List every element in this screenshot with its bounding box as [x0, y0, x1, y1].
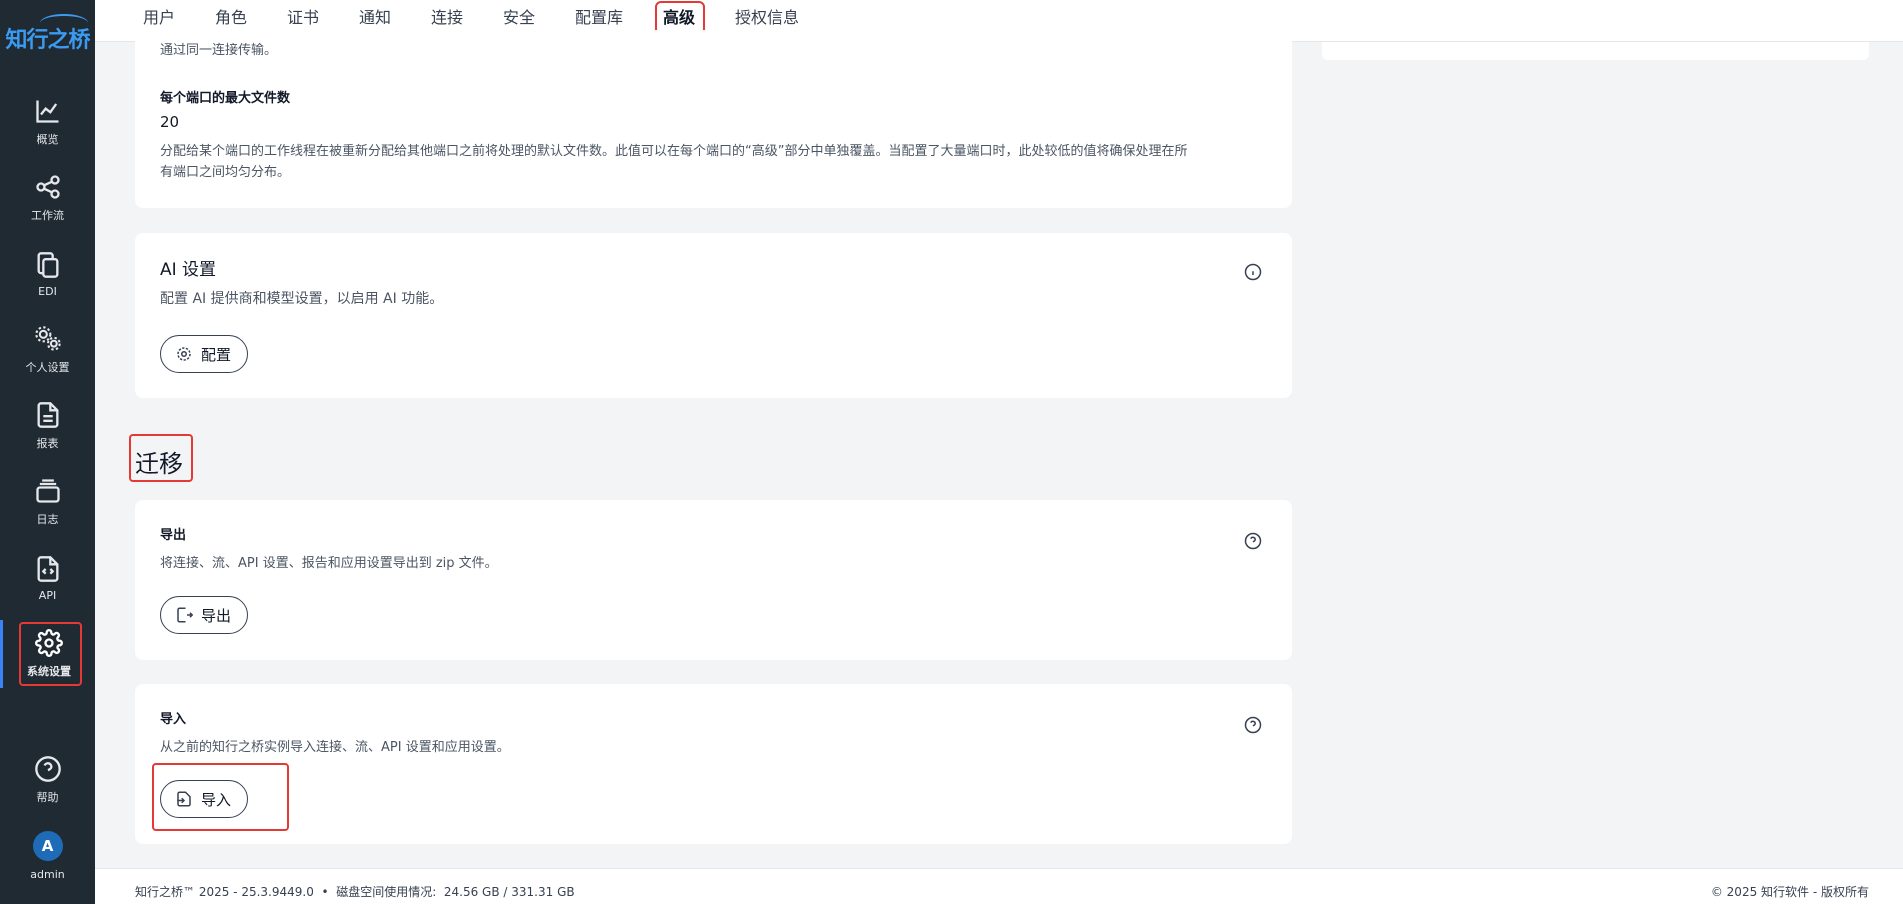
ai-settings-card: AI 设置 配置 AI 提供商和模型设置，以启用 AI 功能。 配置 [135, 233, 1292, 398]
export-card: 导出 将连接、流、API 设置、报告和应用设置导出到 zip 文件。 导出 [135, 500, 1292, 660]
layers-icon [35, 479, 60, 503]
highlight-box [19, 622, 82, 686]
sidebar-item-reports[interactable]: 报表 [0, 392, 95, 460]
right-panel [1322, 42, 1869, 60]
sidebar-item-personal-settings[interactable]: 个人设置 [0, 316, 95, 384]
chart-line-icon [35, 100, 58, 123]
max-files-label: 每个端口的最大文件数 [160, 91, 291, 106]
configure-button[interactable]: 配置 [160, 335, 249, 373]
sidebar-item-overview[interactable]: 概览 [0, 88, 95, 156]
sidebar-item-label: 工作流 [31, 209, 64, 222]
import-card: 导入 从之前的知行之桥实例导入连接、流、API 设置和应用设置。 导入 [135, 684, 1292, 844]
help-circle-icon[interactable] [1244, 716, 1262, 734]
export-description: 将连接、流、API 设置、报告和应用设置导出到 zip 文件。 [160, 556, 498, 571]
footer-separator: • [321, 885, 329, 899]
help-circle-icon [34, 756, 61, 782]
highlight-box [152, 763, 289, 831]
avatar: A [32, 831, 63, 861]
sidebar-item-label: EDI [38, 284, 57, 298]
ai-settings-description: 配置 AI 提供商和模型设置，以启用 AI 功能。 [160, 291, 444, 307]
sidebar-item-label: 概览 [36, 133, 59, 146]
export-title: 导出 [160, 528, 187, 543]
copyright-text: © 2025 知行软件 - 版权所有 [1710, 885, 1869, 899]
file-export-icon [177, 607, 193, 623]
disk-usage-value: 24.56 GB / 331.31 GB [443, 885, 575, 899]
sidebar-item-label: 帮助 [36, 791, 59, 804]
app-logo[interactable]: 知行之桥 [0, 22, 95, 54]
export-button-label: 导出 [201, 606, 232, 625]
highlight-box [129, 434, 193, 482]
clipped-description: 通过同一连接传输。 [160, 43, 278, 58]
sidebar-item-edi[interactable]: EDI [0, 240, 95, 308]
sidebar-item-help[interactable]: 帮助 [0, 746, 95, 814]
max-files-description-line1: 分配给某个端口的工作线程在被重新分配给其他端口之前将处理的默认文件数。此值可以在… [160, 144, 1188, 159]
max-files-description-line2: 有端口之间均匀分布。 [160, 165, 291, 180]
import-title: 导入 [160, 712, 187, 727]
gears-icon [34, 326, 61, 351]
sidebar-item-api[interactable]: API [0, 544, 95, 612]
copy-icon [37, 251, 58, 278]
file-code-icon [37, 555, 58, 582]
user-name: admin [30, 868, 65, 881]
version-text: 知行之桥™ 2025 - 25.3.9449.0 [135, 885, 314, 899]
max-files-card: 通过同一连接传输。 每个端口的最大文件数 20 分配给某个端口的工作线程在被重新… [135, 30, 1292, 208]
export-button[interactable]: 导出 [160, 596, 249, 634]
import-description: 从之前的知行之桥实例导入连接、流、API 设置和应用设置。 [160, 740, 510, 755]
sidebar-item-workflow[interactable]: 工作流 [0, 164, 95, 232]
file-text-icon [37, 402, 58, 428]
gear-icon [177, 347, 191, 361]
info-icon[interactable] [1244, 263, 1262, 281]
sidebar-item-label: 个人设置 [25, 361, 70, 374]
ai-settings-title: AI 设置 [160, 260, 217, 280]
help-circle-icon[interactable] [1244, 532, 1262, 550]
user-menu[interactable]: A admin [0, 822, 95, 890]
max-files-value[interactable]: 20 [160, 113, 179, 131]
sidebar-item-system-settings[interactable]: 系统设置 [0, 620, 95, 688]
sidebar-item-label: 报表 [36, 437, 59, 450]
configure-button-label: 配置 [201, 345, 232, 364]
disk-usage-label: 磁盘空间使用情况: [336, 885, 437, 899]
footer: 知行之桥™ 2025 - 25.3.9449.0 • 磁盘空间使用情况: 24.… [95, 868, 1903, 904]
sidebar-item-label: API [38, 588, 57, 602]
share-nodes-icon [35, 175, 60, 199]
sidebar-item-logs[interactable]: 日志 [0, 468, 95, 536]
sidebar-item-label: 日志 [36, 513, 59, 526]
footer-info: 知行之桥™ 2025 - 25.3.9449.0 • 磁盘空间使用情况: 24.… [135, 883, 575, 900]
sidebar: 知行之桥 概览 工作流 EDI 个人设置 报表 日志 API 系统设置 帮助 A… [0, 0, 95, 904]
